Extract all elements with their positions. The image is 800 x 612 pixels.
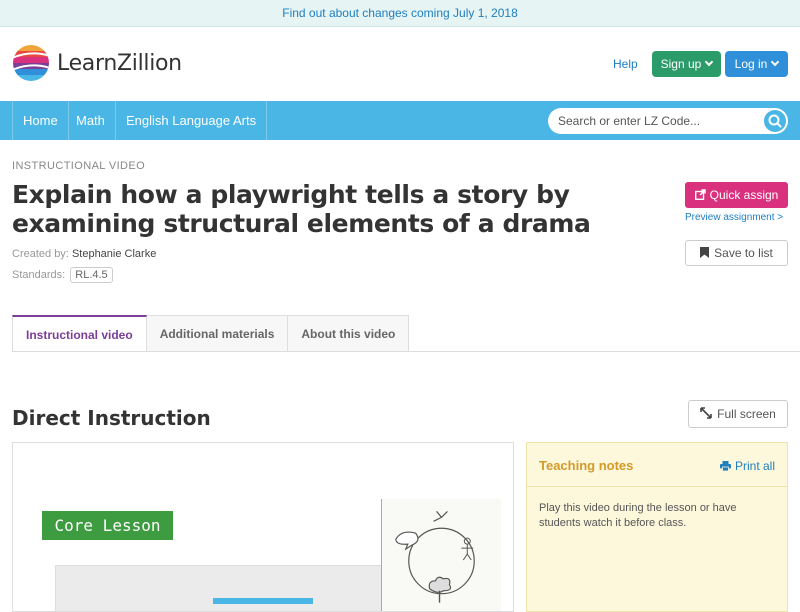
video-slide-bar bbox=[213, 598, 313, 604]
author-link[interactable]: Stephanie Clarke bbox=[72, 248, 156, 260]
announcement-link[interactable]: Find out about changes coming July 1, 20… bbox=[282, 6, 518, 20]
signup-button[interactable]: Sign up bbox=[652, 51, 721, 77]
section-heading: Direct Instruction bbox=[12, 406, 211, 430]
nav-item-ela[interactable]: English Language Arts bbox=[116, 101, 268, 140]
content-type-label: INSTRUCTIONAL VIDEO bbox=[12, 160, 146, 172]
expand-icon bbox=[700, 407, 712, 419]
search-icon bbox=[768, 114, 782, 128]
login-button[interactable]: Log in bbox=[725, 51, 788, 77]
help-link[interactable]: Help bbox=[613, 57, 638, 71]
page-title: Explain how a playwright tells a story b… bbox=[12, 180, 591, 238]
announcement-bar: Find out about changes coming July 1, 20… bbox=[0, 0, 800, 27]
tab-instructional-video[interactable]: Instructional video bbox=[12, 315, 147, 352]
chevron-down-icon bbox=[705, 57, 714, 67]
quick-assign-label: Quick assign bbox=[709, 188, 779, 202]
tab-about-this-video[interactable]: About this video bbox=[288, 315, 410, 352]
fullscreen-label: Full screen bbox=[717, 407, 776, 421]
search-box bbox=[548, 108, 788, 134]
search-input[interactable] bbox=[548, 108, 762, 134]
standard-badge[interactable]: RL.4.5 bbox=[70, 267, 113, 283]
main-nav: Home Math English Language Arts bbox=[0, 101, 800, 140]
quick-assign-button[interactable]: Quick assign bbox=[685, 182, 788, 208]
content-tabs: Instructional video Additional materials… bbox=[12, 315, 410, 352]
standards-label: Standards: bbox=[12, 269, 66, 281]
login-label: Log in bbox=[734, 57, 768, 71]
logo[interactable]: LearnZillion bbox=[12, 44, 182, 82]
story-cycle-sketch-icon bbox=[381, 499, 501, 611]
tabs-divider bbox=[12, 351, 800, 352]
print-all-label: Print all bbox=[734, 459, 775, 473]
video-player[interactable]: Core Lesson bbox=[12, 442, 514, 612]
print-all-button[interactable]: Print all bbox=[719, 459, 775, 473]
logo-icon bbox=[13, 45, 49, 81]
signup-label: Sign up bbox=[660, 57, 702, 71]
core-lesson-badge: Core Lesson bbox=[42, 511, 173, 540]
created-by-label: Created by: bbox=[12, 248, 69, 260]
chevron-down-icon bbox=[771, 57, 780, 67]
nav-item-math[interactable]: Math bbox=[66, 101, 116, 140]
teaching-notes-title: Teaching notes bbox=[539, 458, 634, 473]
site-header: LearnZillion Help Sign up Log in bbox=[0, 27, 800, 101]
teaching-notes-text: Play this video during the lesson or hav… bbox=[539, 502, 737, 529]
nav-item-home[interactable]: Home bbox=[12, 101, 69, 140]
printer-icon bbox=[719, 461, 731, 472]
logo-text: LearnZillion bbox=[57, 50, 182, 76]
video-slide bbox=[55, 565, 393, 611]
tab-additional-materials[interactable]: Additional materials bbox=[146, 315, 289, 352]
standards: Standards: RL.4.5 bbox=[12, 267, 113, 283]
created-by: Created by: Stephanie Clarke bbox=[12, 248, 156, 260]
save-to-list-label: Save to list bbox=[714, 246, 773, 260]
bookmark-icon bbox=[700, 247, 710, 258]
preview-assignment-link[interactable]: Preview assignment > bbox=[685, 212, 783, 223]
save-to-list-button[interactable]: Save to list bbox=[685, 240, 788, 266]
share-icon bbox=[694, 189, 706, 201]
teaching-notes-header: Teaching notes Print all bbox=[527, 443, 787, 487]
teaching-notes-panel: Teaching notes Print all Play this video… bbox=[526, 442, 788, 612]
search-button[interactable] bbox=[764, 110, 786, 132]
fullscreen-button[interactable]: Full screen bbox=[688, 400, 788, 428]
